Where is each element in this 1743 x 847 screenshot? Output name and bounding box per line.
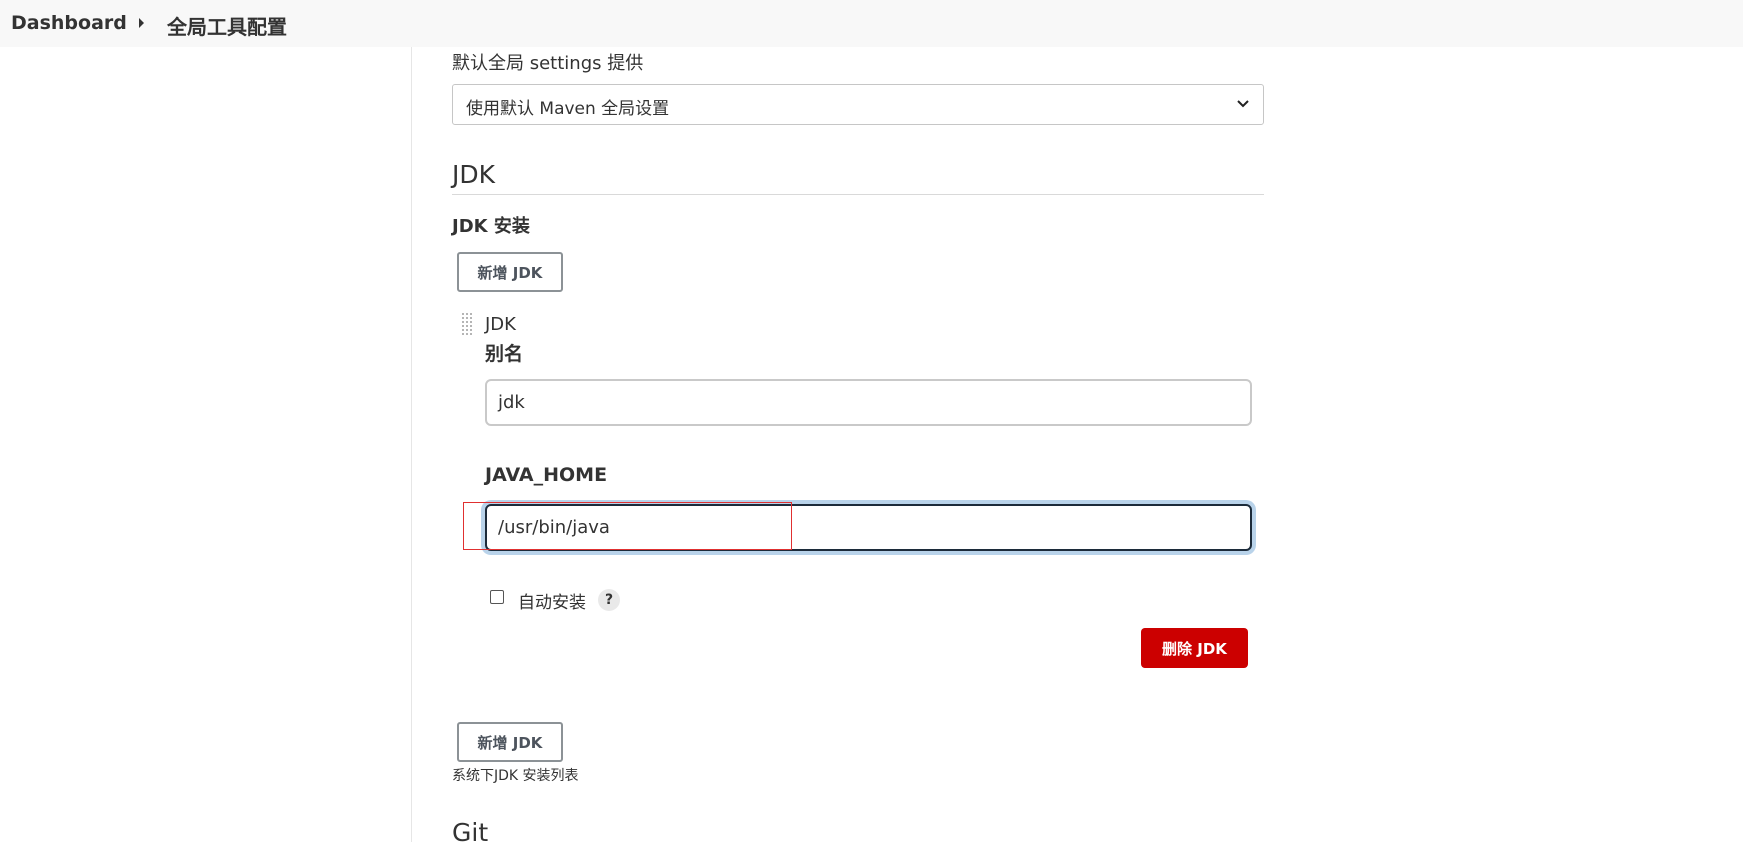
delete-jdk-button[interactable]: 删除 JDK bbox=[1141, 628, 1248, 668]
section-divider bbox=[452, 194, 1264, 195]
git-section-title: Git bbox=[452, 818, 489, 847]
auto-install-checkbox[interactable] bbox=[490, 590, 504, 604]
breadcrumb-dashboard-link[interactable]: Dashboard bbox=[11, 12, 127, 34]
breadcrumb-current-page: 全局工具配置 bbox=[167, 15, 287, 39]
breadcrumb-separator-icon bbox=[139, 18, 144, 28]
add-jdk-button-bottom[interactable]: 新增 JDK bbox=[457, 722, 563, 762]
jdk-section-title: JDK bbox=[452, 160, 496, 189]
drag-handle-icon[interactable] bbox=[461, 312, 475, 338]
java-home-label: JAVA_HOME bbox=[485, 464, 608, 486]
alias-input[interactable]: jdk bbox=[485, 379, 1252, 426]
add-jdk-button-top[interactable]: 新增 JDK bbox=[457, 252, 563, 292]
jdk-item-title: JDK bbox=[485, 314, 516, 335]
chevron-down-icon bbox=[1237, 100, 1249, 108]
jdk-install-label: JDK 安装 bbox=[452, 216, 530, 237]
help-icon[interactable]: ? bbox=[598, 589, 620, 611]
annotation-highlight-box bbox=[463, 502, 792, 550]
alias-label: 别名 bbox=[485, 343, 524, 365]
select-selected-value: 使用默认 Maven 全局设置 bbox=[466, 99, 670, 119]
maven-global-settings-label: 默认全局 settings 提供 bbox=[452, 53, 644, 74]
maven-global-settings-select[interactable]: 使用默认 Maven 全局设置 bbox=[452, 84, 1264, 125]
auto-install-label[interactable]: 自动安装 bbox=[518, 588, 586, 613]
jdk-install-list-helper-text: 系统下JDK 安装列表 bbox=[452, 768, 579, 784]
breadcrumb-bar: Dashboard 全局工具配置 bbox=[0, 0, 1743, 47]
sidebar-divider bbox=[411, 47, 412, 842]
